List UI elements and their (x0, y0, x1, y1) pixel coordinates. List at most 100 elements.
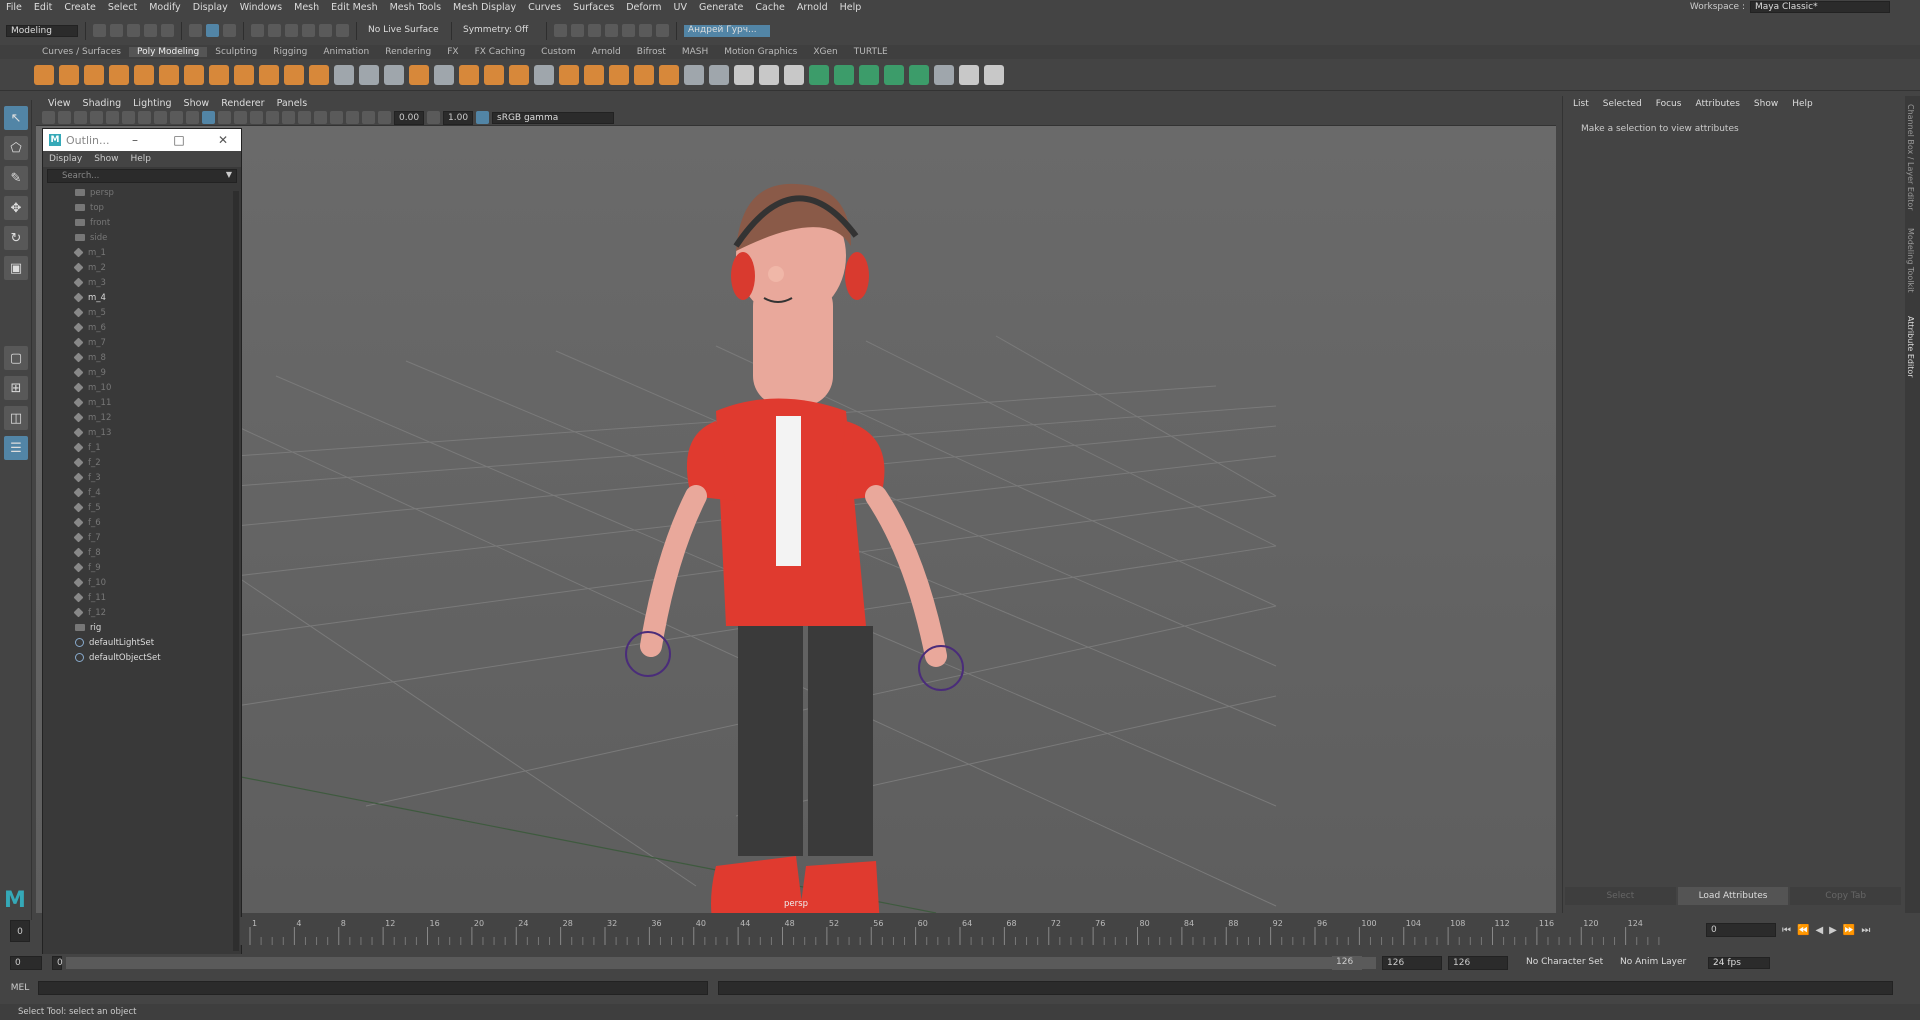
shelf-tab-curves-surfaces[interactable]: Curves / Surfaces (34, 47, 129, 57)
mode-dropdown[interactable]: Modeling (6, 24, 78, 37)
film-gate-icon[interactable] (106, 111, 119, 124)
gate-mask-icon[interactable] (138, 111, 151, 124)
menu-surfaces[interactable]: Surfaces (567, 2, 620, 13)
shelf-tab-poly-modeling[interactable]: Poly Modeling (128, 47, 208, 57)
lasso-tool-icon[interactable]: ⬠ (4, 136, 28, 160)
safe-action-icon[interactable] (170, 111, 183, 124)
exposure-icon[interactable] (378, 111, 391, 124)
color-space-dropdown[interactable]: sRGB gamma (492, 111, 614, 124)
image-plane-icon[interactable] (74, 111, 87, 124)
menu-windows[interactable]: Windows (234, 2, 288, 13)
snap-surface-icon[interactable] (319, 24, 332, 37)
outliner-item[interactable]: f_2 (65, 455, 241, 470)
outliner-item[interactable]: f_11 (65, 590, 241, 605)
outliner-item[interactable]: m_10 (65, 380, 241, 395)
start-inner-field[interactable]: 0 (52, 956, 63, 970)
live-surface-field[interactable]: No Live Surface (364, 24, 444, 37)
gamma-icon[interactable] (427, 111, 440, 124)
new-scene-icon[interactable] (93, 24, 106, 37)
viewport-menu-panels[interactable]: Panels (271, 98, 314, 109)
exposure-field[interactable]: 0.00 (394, 110, 424, 125)
viewport-menu-view[interactable]: View (42, 98, 77, 109)
shelf-tab-fx[interactable]: FX (439, 47, 466, 57)
separate-icon[interactable] (359, 64, 379, 85)
poly-disc-icon[interactable] (184, 64, 204, 85)
shelf-tab-motion-graphics[interactable]: Motion Graphics (716, 47, 805, 57)
go-to-start-icon[interactable]: ⏮ (1782, 925, 1791, 936)
select-hierarchy-icon[interactable] (189, 24, 202, 37)
fill-hole-icon[interactable] (534, 64, 554, 85)
outliner-item[interactable]: m_13 (65, 425, 241, 440)
outliner-item[interactable]: f_3 (65, 470, 241, 485)
outliner-item[interactable]: rig (65, 620, 241, 635)
snap-view-icon[interactable] (302, 24, 315, 37)
outliner-menu-display[interactable]: Display (49, 154, 82, 164)
character-set-dropdown[interactable]: No Character Set (1522, 957, 1610, 969)
attribute-menu-focus[interactable]: Focus (1656, 99, 1682, 109)
render-view-icon[interactable] (588, 24, 601, 37)
frame-field[interactable]: 0 (1706, 923, 1776, 937)
viewport-menu-lighting[interactable]: Lighting (127, 98, 177, 109)
cube-select-icon[interactable] (809, 64, 829, 85)
auto-map-icon[interactable] (784, 64, 804, 85)
ambient-occlusion-icon[interactable] (282, 111, 295, 124)
menu-modify[interactable]: Modify (143, 2, 186, 13)
range-slider[interactable]: 126 (66, 956, 1376, 970)
outliner-item[interactable]: f_10 (65, 575, 241, 590)
save-scene-icon[interactable] (127, 24, 140, 37)
platonic-solid-icon[interactable] (209, 64, 229, 85)
outliner-search-input[interactable]: Search... ▼ (47, 169, 237, 183)
shelf-tab-fx-caching[interactable]: FX Caching (467, 47, 534, 57)
target-weld-icon[interactable] (609, 64, 629, 85)
menu-arnold[interactable]: Arnold (791, 2, 834, 13)
outliner-item[interactable]: m_4 (65, 290, 241, 305)
shelf-tab-arnold[interactable]: Arnold (584, 47, 629, 57)
shadows-icon[interactable] (266, 111, 279, 124)
outliner-item[interactable]: front (65, 215, 241, 230)
close-icon[interactable]: ✕ (215, 132, 231, 148)
outliner-menu-show[interactable]: Show (94, 154, 118, 164)
outliner-scrollbar[interactable] (233, 191, 239, 951)
lights-icon[interactable] (250, 111, 263, 124)
poly-cylinder-icon[interactable] (84, 64, 104, 85)
select-tool-icon[interactable]: ↖ (4, 106, 28, 130)
shelf-tab-sculpting[interactable]: Sculpting (207, 47, 265, 57)
shelf-tab-turtle[interactable]: TURTLE (846, 47, 896, 57)
poly-plane-icon[interactable] (159, 64, 179, 85)
menu-edit-mesh[interactable]: Edit Mesh (325, 2, 383, 13)
shelf-tab-xgen[interactable]: XGen (805, 47, 845, 57)
snap-point-icon[interactable] (285, 24, 298, 37)
hypershade-icon[interactable] (622, 24, 635, 37)
persp-outliner-layout-icon[interactable]: ◫ (4, 406, 28, 430)
wireframe-on-shaded-icon[interactable] (218, 111, 231, 124)
outliner-item[interactable]: f_9 (65, 560, 241, 575)
start-time-field[interactable]: 0 (10, 956, 42, 970)
offset-edge-loop-icon[interactable] (684, 64, 704, 85)
resolution-gate-icon[interactable] (122, 111, 135, 124)
grid-icon[interactable] (90, 111, 103, 124)
modeling-toolkit-tab[interactable]: Modeling Toolkit (1906, 228, 1915, 292)
outliner-item[interactable]: m_8 (65, 350, 241, 365)
current-frame-display[interactable]: 0 (10, 920, 30, 942)
user-account-button[interactable]: Андрей Гурч... (684, 24, 770, 37)
outliner-item[interactable]: f_1 (65, 440, 241, 455)
bevel-icon[interactable] (509, 64, 529, 85)
outliner-item[interactable]: f_12 (65, 605, 241, 620)
menu-file[interactable]: File (0, 2, 28, 13)
isolate-select-icon[interactable] (330, 111, 343, 124)
wireframe-icon[interactable] (186, 111, 199, 124)
snap-pivot-icon[interactable] (336, 24, 349, 37)
copy-tab-button[interactable]: Copy Tab (1790, 887, 1902, 905)
move-tool-icon[interactable]: ✥ (4, 196, 28, 220)
outliner-item[interactable]: defaultLightSet (65, 635, 241, 650)
combine-icon[interactable] (334, 64, 354, 85)
menu-mesh-tools[interactable]: Mesh Tools (384, 2, 447, 13)
outliner-item[interactable]: m_11 (65, 395, 241, 410)
viewport-menu-renderer[interactable]: Renderer (215, 98, 270, 109)
minimize-icon[interactable]: – (127, 132, 143, 148)
step-back-key-icon[interactable]: ⏪ (1797, 925, 1809, 936)
outliner-item[interactable]: persp (65, 185, 241, 200)
outliner-item[interactable]: defaultObjectSet (65, 650, 241, 665)
end-time-field[interactable]: 126 (1382, 956, 1442, 970)
multi-cut-icon[interactable] (584, 64, 604, 85)
